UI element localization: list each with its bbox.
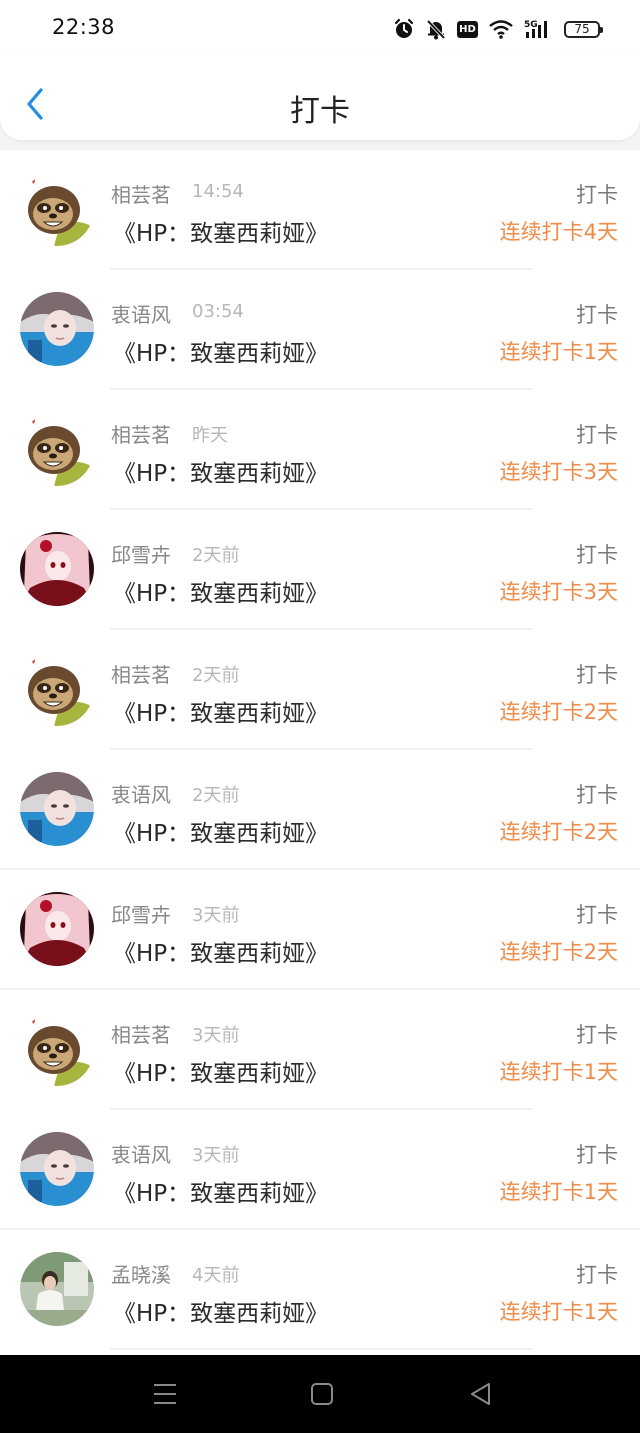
checkin-row[interactable]: 孟晓溪 4天前《HP：致塞西莉娅》 打卡连续打卡1天 xyxy=(0,1230,640,1350)
avatar[interactable] xyxy=(20,1252,94,1326)
checkin-row[interactable]: 衷语风 2天前《HP：致塞西莉娅》 打卡连续打卡2天 xyxy=(0,750,640,870)
checkin-time: 2天前 xyxy=(192,785,240,806)
screen: 22:38 HD 5G 75 打卡 相芸茗 14:54 《HP：致塞西莉娅》 打… xyxy=(0,0,640,1433)
home-icon xyxy=(311,1383,333,1405)
user-name[interactable]: 衷语风 xyxy=(111,1139,171,1168)
checkin-time: 昨天 xyxy=(192,425,228,446)
checkin-time: 2天前 xyxy=(192,545,240,566)
checkin-label: 打卡 xyxy=(576,1143,618,1167)
back-nav-button[interactable] xyxy=(465,1381,495,1407)
avatar[interactable] xyxy=(20,292,94,366)
avatar[interactable] xyxy=(20,892,94,966)
checkin-time: 3天前 xyxy=(192,905,240,926)
book-title[interactable]: 《HP：致塞西莉娅》 xyxy=(113,454,328,488)
book-title[interactable]: 《HP：致塞西莉娅》 xyxy=(113,814,328,848)
menu-icon xyxy=(154,1384,176,1404)
checkin-row[interactable]: 衷语风 3天前《HP：致塞西莉娅》 打卡连续打卡1天 xyxy=(0,1110,640,1230)
checkin-time: 3天前 xyxy=(192,1025,240,1046)
checkin-time: 03:54 xyxy=(192,301,244,322)
user-name[interactable]: 衷语风 xyxy=(111,779,171,808)
book-title[interactable]: 《HP：致塞西莉娅》 xyxy=(113,934,328,968)
book-title[interactable]: 《HP：致塞西莉娅》 xyxy=(113,1294,328,1328)
checkin-label: 打卡 xyxy=(576,1263,618,1287)
book-title[interactable]: 《HP：致塞西莉娅》 xyxy=(113,1174,328,1208)
checkin-row[interactable]: 相芸茗 昨天《HP：致塞西莉娅》 打卡连续打卡3天 xyxy=(0,390,640,510)
battery-icon: 75 xyxy=(564,20,603,38)
checkin-label: 打卡 xyxy=(576,303,618,327)
checkin-row[interactable]: 邱雪卉 3天前《HP：致塞西莉娅》 打卡连续打卡2天 xyxy=(0,870,640,990)
svg-text:5G: 5G xyxy=(524,20,538,30)
streak-text: 连续打卡1天 xyxy=(499,1180,618,1204)
checkin-row[interactable]: 衷语风 03:54 《HP：致塞西莉娅》 打卡连续打卡1天 xyxy=(0,270,640,390)
checkin-time: 14:54 xyxy=(192,181,244,202)
checkin-time: 4天前 xyxy=(192,1265,240,1286)
checkin-label: 打卡 xyxy=(576,663,618,687)
book-title[interactable]: 《HP：致塞西莉娅》 xyxy=(113,214,328,248)
streak-text: 连续打卡2天 xyxy=(499,820,618,844)
avatar[interactable] xyxy=(20,1132,94,1206)
streak-text: 连续打卡2天 xyxy=(499,940,618,964)
user-name[interactable]: 孟晓溪 xyxy=(111,1259,171,1288)
avatar[interactable] xyxy=(20,532,94,606)
system-nav-bar xyxy=(0,1355,640,1433)
user-name[interactable]: 衷语风 xyxy=(111,299,171,328)
checkin-label: 打卡 xyxy=(576,783,618,807)
book-title[interactable]: 《HP：致塞西莉娅》 xyxy=(113,334,328,368)
back-triangle-icon xyxy=(471,1383,490,1405)
streak-text: 连续打卡1天 xyxy=(499,1060,618,1084)
avatar[interactable] xyxy=(20,1012,94,1086)
page-title: 打卡 xyxy=(290,94,350,129)
checkin-label: 打卡 xyxy=(576,543,618,567)
checkin-label: 打卡 xyxy=(576,183,618,207)
home-button[interactable] xyxy=(307,1381,337,1407)
hd-badge: HD xyxy=(457,20,478,38)
checkin-time: 3天前 xyxy=(192,1145,240,1166)
alarm-icon xyxy=(393,18,415,40)
status-bar: 22:38 HD 5G 75 xyxy=(0,0,640,56)
streak-text: 连续打卡1天 xyxy=(499,1300,618,1324)
checkin-label: 打卡 xyxy=(576,423,618,447)
checkin-list: 相芸茗 14:54 《HP：致塞西莉娅》 打卡 连续打卡4天 衷语风 03:54 《HP：致塞… xyxy=(0,150,640,1355)
streak-text: 连续打卡2天 xyxy=(499,700,618,724)
user-name[interactable]: 邱雪卉 xyxy=(111,539,171,568)
wifi-icon xyxy=(488,18,514,40)
checkin-time: 2天前 xyxy=(192,665,240,686)
checkin-label: 打卡 xyxy=(576,1023,618,1047)
battery-level: 75 xyxy=(574,22,590,36)
streak-text: 连续打卡3天 xyxy=(499,580,618,604)
nav-header: 打卡 xyxy=(0,56,640,140)
streak-text: 连续打卡3天 xyxy=(499,460,618,484)
status-icons: HD 5G 75 xyxy=(393,15,603,43)
avatar[interactable] xyxy=(20,772,94,846)
book-title[interactable]: 《HP：致塞西莉娅》 xyxy=(113,1054,328,1088)
5g-signal-icon: 5G xyxy=(524,18,554,40)
user-name[interactable]: 相芸茗 xyxy=(111,1019,171,1048)
checkin-label: 打卡 xyxy=(576,903,618,927)
status-time: 22:38 xyxy=(52,15,116,39)
book-title[interactable]: 《HP：致塞西莉娅》 xyxy=(113,574,328,608)
checkin-row[interactable]: 相芸茗 2天前《HP：致塞西莉娅》 打卡连续打卡2天 xyxy=(0,630,640,750)
checkin-row[interactable]: 邱雪卉 2天前《HP：致塞西莉娅》 打卡连续打卡3天 xyxy=(0,510,640,630)
user-name[interactable]: 邱雪卉 xyxy=(111,899,171,928)
mute-bell-icon xyxy=(425,18,447,40)
book-title[interactable]: 《HP：致塞西莉娅》 xyxy=(113,694,328,728)
streak-text: 连续打卡1天 xyxy=(499,340,618,364)
checkin-row[interactable]: 相芸茗 3天前《HP：致塞西莉娅》 打卡连续打卡1天 xyxy=(0,990,640,1110)
menu-button[interactable] xyxy=(150,1381,180,1407)
checkin-row[interactable]: 相芸茗 14:54 《HP：致塞西莉娅》 打卡连续打卡4天 xyxy=(0,150,640,270)
user-name[interactable]: 相芸茗 xyxy=(111,419,171,448)
streak-text: 连续打卡4天 xyxy=(499,220,618,244)
avatar[interactable] xyxy=(20,412,94,486)
avatar[interactable] xyxy=(20,652,94,726)
avatar[interactable] xyxy=(20,172,94,246)
user-name[interactable]: 相芸茗 xyxy=(111,179,171,208)
user-name[interactable]: 相芸茗 xyxy=(111,659,171,688)
